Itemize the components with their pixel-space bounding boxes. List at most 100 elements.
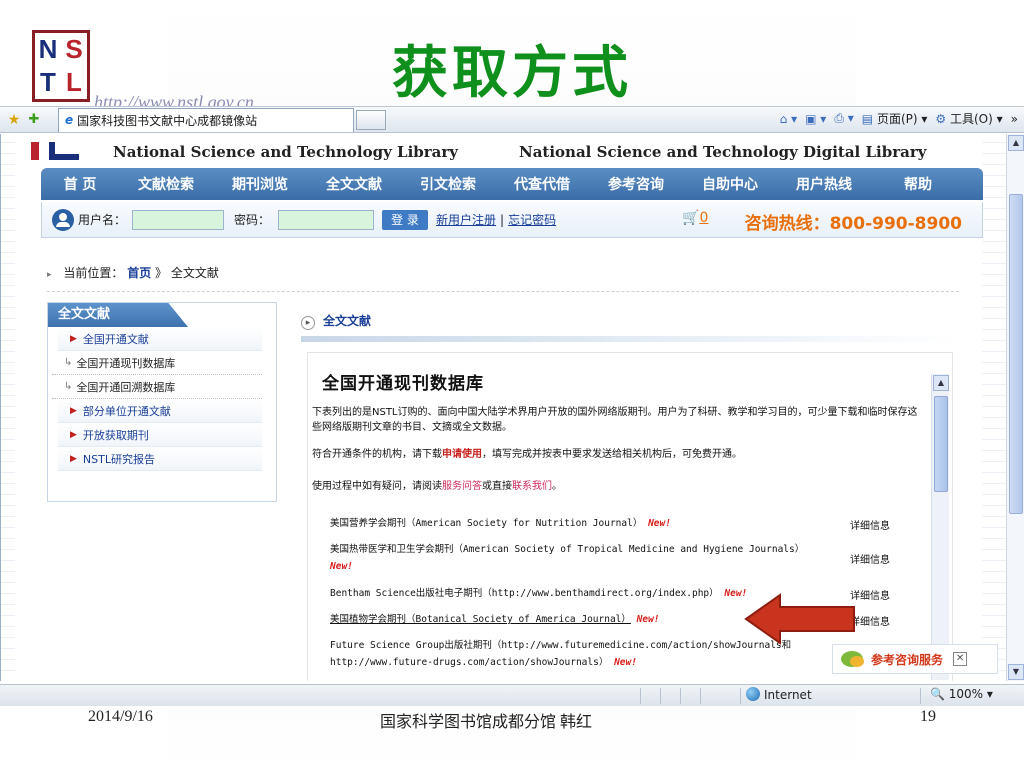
cart-count: 0: [699, 210, 709, 226]
tools-menu[interactable]: ⚙ 工具(O) ▾: [935, 110, 1002, 127]
detail-link[interactable]: 详细信息: [850, 613, 890, 628]
faq-link[interactable]: 服务问答: [442, 481, 482, 492]
contact-link[interactable]: 联系我们: [512, 481, 552, 492]
sidebar-item-current-db[interactable]: ↳ 全国开通现刊数据库: [52, 351, 262, 375]
nav-reference[interactable]: 参考咨询: [589, 174, 683, 194]
help-text-end: 。: [552, 481, 562, 492]
sidebar-item-label: 部分单位开通文献: [82, 404, 171, 418]
password-input[interactable]: [278, 209, 375, 230]
print-icon[interactable]: ⎙ ▾: [834, 111, 853, 126]
hotline-text: 咨询热线：800-990-8900: [744, 214, 962, 234]
page-menu-label: 页面(P): [876, 112, 918, 126]
cart-icon: 🛒: [682, 210, 700, 226]
page-menu[interactable]: ▤ 页面(P) ▾: [862, 110, 928, 127]
favorites-star-icon[interactable]: ★: [6, 112, 22, 128]
scroll-down-icon[interactable]: ▼: [1008, 664, 1024, 680]
website-viewport: National Science and Technology Library …: [0, 134, 1024, 681]
nav-journals[interactable]: 期刊浏览: [213, 174, 307, 194]
breadcrumb: ▸ 当前位置： 首页 》 全文文献: [47, 264, 219, 281]
footer-page-number: 19: [920, 708, 936, 725]
feeds-icon[interactable]: ▣ ▾: [805, 112, 826, 126]
sidebar-item-national-open[interactable]: ▶ 全国开通文献: [58, 327, 262, 351]
sidebar-item-partial-open[interactable]: ▶ 部分单位开通文献: [58, 399, 262, 423]
detail-link[interactable]: 详细信息: [850, 551, 890, 566]
triangle-icon: ▶: [70, 333, 77, 344]
new-tab-button[interactable]: [356, 109, 386, 130]
login-bar: 用户名： 密码： 登 录 新用户注册 | 忘记密码 🛒0 咨询热线：800-99…: [41, 202, 983, 238]
register-link[interactable]: 新用户注册: [436, 211, 496, 228]
sidebar-item-label: NSTL研究报告: [82, 452, 155, 466]
user-icon: [52, 208, 74, 231]
nav-help[interactable]: 帮助: [871, 174, 965, 194]
footer-date: 2014/9/16: [88, 708, 153, 725]
library-name-en: National Science and Technology Library: [113, 143, 458, 161]
breadcrumb-arrow-icon: ▸: [47, 270, 52, 280]
nav-selfservice[interactable]: 自助中心: [683, 174, 777, 194]
nav-citation[interactable]: 引文检索: [401, 174, 495, 194]
status-divider: [640, 688, 641, 704]
journal-title: Bentham Science出版社电子期刊（http://www.bentha…: [330, 588, 719, 599]
content-heading: 全国开通现刊数据库: [322, 374, 484, 394]
nav-hotline[interactable]: 用户热线: [777, 174, 871, 194]
home-icon[interactable]: ⌂ ▾: [780, 112, 797, 126]
apply-link[interactable]: 申请使用: [442, 449, 482, 460]
scroll-up-icon[interactable]: ▲: [933, 375, 949, 391]
sidebar-item-label: 全国开通回溯数据库: [76, 380, 176, 394]
journal-row[interactable]: 美国营养学会期刊（American Society for Nutrition …: [330, 515, 830, 532]
journal-row[interactable]: 美国热带医学和卫生学会期刊（American Society of Tropic…: [330, 541, 830, 575]
nav-home[interactable]: 首 页: [41, 174, 119, 194]
more-chevron-icon[interactable]: »: [1011, 112, 1018, 126]
ie-toolbar: ★ ✚ e 国家科技图书文献中心成都镜像站 ⌂ ▾ ▣ ▾ ⎙ ▾ ▤ 页面(P…: [0, 107, 1024, 133]
help-paragraph: 使用过程中如有疑问，请阅读服务问答或直接联系我们。: [312, 479, 922, 494]
apply-text-a: 符合开通条件的机构，请下载: [312, 449, 442, 460]
sidebar: 全文文献 ▶ 全国开通文献 ↳ 全国开通现刊数据库 ↳ 全国开通回溯数据库 ▶ 部分单位…: [47, 302, 277, 502]
forgot-password-link[interactable]: 忘记密码: [508, 211, 556, 228]
frame-scroll-thumb[interactable]: [934, 396, 948, 492]
command-bar: ⌂ ▾ ▣ ▾ ⎙ ▾ ▤ 页面(P) ▾ ⚙ 工具(O) ▾ »: [780, 110, 1018, 127]
chat-bubble-icon: [841, 651, 864, 667]
zoom-icon: 🔍: [930, 687, 945, 701]
tools-menu-label: 工具(O): [950, 112, 993, 126]
help-text-mid: 或直接: [482, 481, 512, 492]
username-input[interactable]: [132, 209, 225, 230]
breadcrumb-home[interactable]: 首页: [127, 266, 151, 280]
apply-text-b: ，填写完成并按表中要求发送给相关机构后，可免费开通。: [482, 449, 742, 460]
login-button[interactable]: 登 录: [382, 209, 429, 230]
browser-tab[interactable]: e 国家科技图书文献中心成都镜像站: [58, 107, 354, 132]
slide: N S T L 获取方式 http://www.nstl.gov.cn ★ ✚ …: [0, 0, 1024, 768]
content-section-title: ▸ 全文文献: [301, 312, 371, 330]
nav-loan[interactable]: 代查代借: [495, 174, 589, 194]
scroll-up-icon[interactable]: ▲: [1008, 135, 1024, 151]
sidebar-title: 全文文献: [48, 303, 188, 327]
page-icon: ▤: [861, 112, 874, 126]
detail-link[interactable]: 详细信息: [850, 517, 890, 532]
detail-link[interactable]: 详细信息: [850, 587, 890, 602]
new-badge: New!: [648, 518, 671, 529]
sidebar-item-archive-db[interactable]: ↳ 全国开通回溯数据库: [52, 375, 262, 399]
library-name-en-digital: National Science and Technology Digital …: [519, 143, 927, 161]
right-pattern: [982, 134, 1006, 681]
triangle-icon: ▶: [70, 405, 77, 416]
zoom-control[interactable]: 🔍 100% ▾: [930, 687, 993, 701]
breadcrumb-divider: [47, 291, 959, 292]
nav-fulltext[interactable]: 全文文献: [307, 174, 401, 194]
help-text-a: 使用过程中如有疑问，请阅读: [312, 481, 442, 492]
page-scrollbar[interactable]: ▲ ▼: [1006, 134, 1024, 681]
consult-widget[interactable]: 参考咨询服务 ✕: [832, 644, 998, 674]
security-zone: Internet: [746, 687, 812, 702]
left-pattern: [1, 134, 15, 681]
sidebar-item-reports[interactable]: ▶ NSTL研究报告: [58, 447, 262, 471]
sub-arrow-icon: ↳: [64, 357, 73, 368]
zone-label: Internet: [764, 688, 812, 702]
site-logo-icon: [31, 140, 87, 160]
nav-search[interactable]: 文献检索: [119, 174, 213, 194]
add-favorites-icon[interactable]: ✚: [26, 112, 42, 127]
section-bullet-icon: ▸: [301, 316, 315, 330]
frame-scrollbar[interactable]: ▲: [931, 374, 949, 680]
close-icon[interactable]: ✕: [953, 652, 968, 666]
journal-title: Future Science Group出版社期刊（http://www.fut…: [330, 640, 792, 668]
sidebar-item-open-access[interactable]: ▶ 开放获取期刊: [58, 423, 262, 447]
page-scroll-thumb[interactable]: [1009, 194, 1023, 514]
cart-link[interactable]: 🛒0: [682, 210, 708, 226]
link-separator: |: [500, 212, 505, 227]
